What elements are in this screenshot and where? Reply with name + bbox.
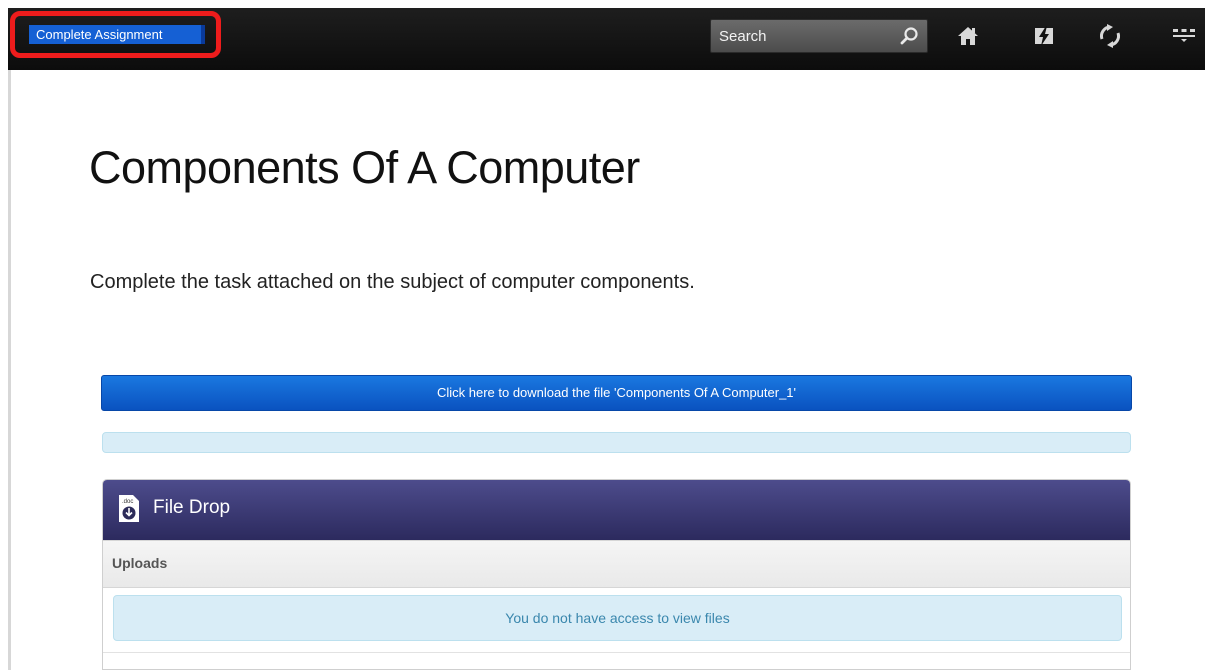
flash-icon[interactable]: [1032, 24, 1056, 48]
search-box: [710, 19, 928, 53]
uploads-header: Uploads: [103, 540, 1130, 588]
assignment-description: Complete the task attached on the subjec…: [90, 271, 695, 293]
no-access-message: You do not have access to view files: [113, 595, 1122, 641]
doc-icon-label: .doc: [122, 499, 133, 505]
search-icon[interactable]: [899, 26, 919, 46]
complete-assignment-button[interactable]: Complete Assignment: [29, 25, 205, 44]
left-edge-rule: [8, 70, 11, 670]
doc-file-icon: .doc: [119, 495, 139, 522]
home-icon[interactable]: [956, 24, 980, 48]
uploads-label: Uploads: [112, 555, 168, 571]
search-input[interactable]: [711, 20, 891, 52]
download-file-button[interactable]: Click here to download the file 'Compone…: [101, 375, 1132, 411]
menu-icon[interactable]: [1172, 24, 1196, 48]
file-drop-title: File Drop: [153, 497, 231, 518]
info-strip: [102, 432, 1131, 453]
file-drop-header: .doc File Drop: [103, 480, 1130, 540]
file-drop-panel: .doc File Drop Uploads You do not have a…: [102, 479, 1131, 670]
sync-icon[interactable]: [1098, 24, 1122, 48]
page-title: Components Of A Computer: [89, 142, 640, 193]
panel-divider: [103, 652, 1130, 653]
